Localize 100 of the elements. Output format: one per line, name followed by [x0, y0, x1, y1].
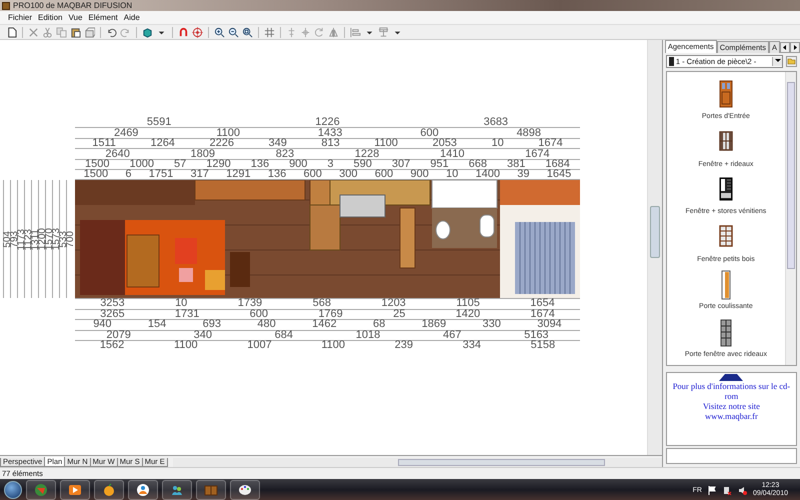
dimension-label: 1100 — [216, 128, 240, 138]
dimension-label: 1769 — [318, 310, 343, 319]
dimension-label: 1226 — [315, 118, 340, 128]
play-icon — [68, 483, 82, 497]
dimension-label: 1311 — [32, 228, 38, 250]
taskbar-app[interactable] — [128, 480, 158, 500]
start-button[interactable] — [4, 481, 22, 499]
dimension-label: 3265 — [100, 310, 125, 319]
dimension-label: 2053 — [432, 139, 457, 148]
zoom-out-icon[interactable] — [228, 26, 239, 38]
entry-door-icon[interactable] — [718, 80, 733, 110]
dimension-label: 1573 — [52, 228, 60, 250]
panel-field[interactable] — [666, 448, 797, 464]
dimension-label: 1228 — [354, 150, 380, 159]
dimension-label: 1869 — [422, 320, 446, 330]
dimension-label: 693 — [202, 320, 222, 330]
dimension-label: 2640 — [105, 150, 130, 159]
dimension-label: 1500 — [85, 160, 110, 169]
menu-item[interactable]: Edition — [38, 13, 62, 22]
magnet-icon[interactable] — [178, 26, 189, 38]
french-door-icon[interactable] — [718, 318, 733, 348]
horizontal-scrollbar[interactable] — [172, 458, 662, 467]
stack-icon[interactable] — [84, 26, 95, 38]
sliding-door-icon[interactable] — [718, 270, 733, 300]
dimension-label: 1751 — [148, 170, 174, 180]
zoom-in-icon[interactable] — [214, 26, 225, 38]
dimension-label: 3 — [327, 160, 334, 169]
people-icon — [170, 483, 184, 497]
dimension-label: 1562 — [100, 340, 124, 350]
dimension-label: 1200 — [38, 228, 46, 250]
dimension-label: 4898 — [516, 128, 542, 138]
dimension-label: 5163 — [524, 330, 549, 340]
dimension-label: 823 — [276, 150, 294, 159]
dimension-label: 1462 — [312, 320, 337, 330]
dimension-label: 900 — [289, 160, 308, 169]
dimension-label: 340 — [194, 330, 212, 340]
dimension-label: 2226 — [209, 139, 234, 148]
dimension-label: 1433 — [318, 128, 342, 138]
globe-icon — [34, 483, 48, 497]
dimension-label: 68 — [372, 320, 386, 330]
paste-icon[interactable] — [70, 26, 81, 38]
dimension-label: 600 — [250, 310, 268, 319]
dimension-label: 5591 — [146, 118, 172, 128]
dimension-label: 5158 — [530, 340, 556, 350]
menu-item[interactable]: Elément — [88, 13, 118, 22]
taskbar-app[interactable] — [94, 480, 124, 500]
taskbar-app[interactable] — [60, 480, 90, 500]
dimension-label: 1410 — [440, 150, 464, 159]
dimension-label: 1645 — [546, 170, 572, 180]
undo-icon[interactable] — [106, 26, 117, 38]
logo-icon — [717, 373, 746, 381]
fruit-icon — [102, 483, 116, 497]
dimension-label: 239 — [394, 340, 414, 350]
caret-icon — [774, 59, 780, 63]
zoom-fit-icon[interactable] — [242, 26, 253, 38]
dimension-label: 39 — [517, 170, 530, 180]
dimension-label: 600 — [374, 170, 394, 180]
dimension-label: 317 — [190, 170, 209, 180]
dimension-label: 1511 — [92, 139, 116, 148]
scroll-right-icon[interactable] — [790, 42, 800, 53]
dimension-label: 568 — [312, 299, 331, 308]
drawing-canvas[interactable] — [0, 40, 647, 455]
dimension-label: 940 — [93, 320, 112, 330]
dimension-label: 10 — [175, 299, 188, 308]
vertical-scrollbar[interactable] — [646, 40, 662, 455]
person-icon — [136, 483, 150, 497]
dimension-label: 1731 — [174, 310, 200, 319]
dimension-label: 300 — [339, 170, 358, 180]
dimension-label: 1100 — [174, 340, 198, 350]
dimension-label: 1739 — [238, 299, 262, 308]
network-icon[interactable] — [722, 486, 732, 494]
target-icon[interactable] — [192, 26, 203, 38]
dimension-label: 1264 — [150, 139, 175, 148]
dimension-label: 3094 — [537, 320, 562, 330]
dimension-label: 1000 — [129, 160, 154, 169]
dimension-label: 1291 — [226, 170, 251, 180]
menu-item[interactable]: Fichier — [8, 13, 32, 22]
dimension-label: 10 — [446, 170, 458, 180]
dimension-label: 793 — [10, 231, 18, 248]
dimension-label: 1570 — [46, 228, 52, 250]
dimension-label: 3253 — [100, 299, 125, 308]
dimension-label: 700 — [66, 231, 74, 248]
dimension-label: 1809 — [190, 150, 216, 159]
scroll-left-icon[interactable] — [780, 42, 790, 53]
flag-icon[interactable] — [708, 486, 717, 494]
grid-icon[interactable] — [264, 26, 275, 38]
speaker-icon[interactable] — [738, 486, 747, 494]
dimension-label: 1400 — [476, 170, 500, 180]
dimension-label: 10 — [491, 139, 504, 148]
dimension-label: 1203 — [381, 299, 406, 308]
dimension-label: 330 — [482, 320, 501, 330]
dimension-label: 154 — [148, 320, 166, 330]
dimension-label: 951 — [430, 160, 449, 169]
taskbar-app[interactable] — [230, 480, 260, 500]
dimension-label: 1105 — [456, 299, 480, 308]
menu-item[interactable]: Aide — [124, 13, 140, 22]
menu-item[interactable]: Vue — [68, 13, 82, 22]
dimension-label: 1173 — [18, 228, 24, 250]
list-scrollbar[interactable] — [785, 72, 796, 365]
window-title: PRO100 de MAQBAR DIFUSION — [13, 1, 132, 10]
